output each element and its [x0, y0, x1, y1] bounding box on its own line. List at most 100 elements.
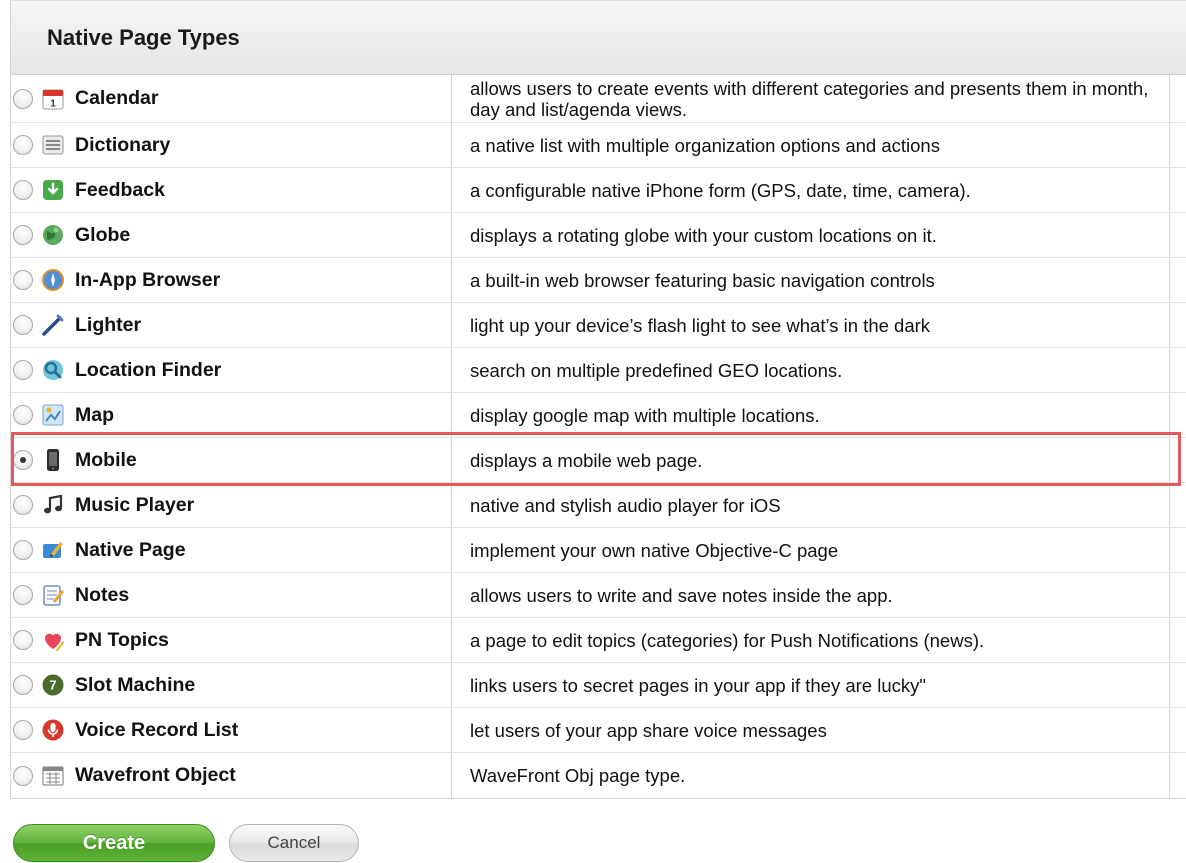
page-type-name: In-App Browser — [75, 268, 221, 291]
page-type-cell: Wavefront Object — [11, 753, 452, 798]
page-type-description: let users of your app share voice messag… — [452, 708, 1170, 752]
lighter-icon — [41, 313, 65, 337]
page-type-description: allows users to write and save notes ins… — [452, 573, 1170, 617]
page-type-radio[interactable] — [13, 495, 33, 515]
page-type-name: Mobile — [75, 448, 137, 471]
page-type-description: displays a rotating globe with your cust… — [452, 213, 1170, 257]
table-row[interactable]: Location Finder search on multiple predef… — [11, 348, 1186, 393]
table-row[interactable]: Mobile displays a mobile web page. — [11, 438, 1186, 483]
table-header: Native Page Types — [11, 0, 1186, 75]
page-type-radio[interactable] — [13, 675, 33, 695]
page-type-radio[interactable] — [13, 88, 33, 109]
table-row[interactable]: In-App Browser a built-in web browser fea… — [11, 258, 1186, 303]
page-type-radio[interactable] — [13, 405, 33, 425]
page-type-description: WaveFront Obj page type. — [452, 753, 1170, 798]
page-type-radio[interactable] — [13, 135, 33, 155]
page-type-description: allows users to create events with diffe… — [452, 75, 1170, 122]
page-type-radio[interactable] — [13, 270, 33, 290]
svg-text:1: 1 — [50, 98, 56, 109]
table-title: Native Page Types — [47, 24, 240, 50]
page-type-name: Music Player — [75, 493, 195, 516]
page-type-radio[interactable] — [13, 180, 33, 200]
table-row[interactable]: Wavefront Object WaveFront Obj page type. — [11, 753, 1186, 798]
table-row[interactable]: Music Player native and stylish audio pla… — [11, 483, 1186, 528]
page-type-name: Notes — [75, 583, 130, 606]
map-icon — [41, 403, 65, 427]
page-type-description: displays a mobile web page. — [452, 438, 1170, 482]
page-type-description: links users to secret pages in your app … — [452, 663, 1170, 707]
table-row[interactable]: Lighter light up your device’s flash ligh… — [11, 303, 1186, 348]
table-row[interactable]: 1 Calendar allows users to create events w… — [11, 75, 1186, 123]
page-type-radio[interactable] — [13, 720, 33, 740]
page-type-radio[interactable] — [13, 360, 33, 380]
table-row[interactable]: PN Topics a page to edit topics (categori… — [11, 618, 1186, 663]
page-type-cell: Dictionary — [11, 123, 452, 167]
create-button[interactable]: Create — [13, 824, 215, 862]
page-type-description: search on multiple predefined GEO locati… — [452, 348, 1170, 392]
page-type-cell: 1 Calendar — [11, 75, 452, 122]
page-type-cell: Lighter — [11, 303, 452, 347]
page-type-radio[interactable] — [13, 450, 33, 470]
page-type-cell: PN Topics — [11, 618, 452, 662]
notes-icon — [41, 583, 65, 607]
globe-icon — [41, 223, 65, 247]
page-type-cell: Voice Record List — [11, 708, 452, 752]
page-type-description: native and stylish audio player for iOS — [452, 483, 1170, 527]
page-type-radio[interactable] — [13, 765, 33, 786]
music-icon — [41, 493, 65, 517]
table-row[interactable]: 7 Slot Machine links users to secret pages… — [11, 663, 1186, 708]
table-row[interactable]: Globe displays a rotating globe with your… — [11, 213, 1186, 258]
page-type-name: Voice Record List — [75, 718, 239, 741]
page-type-description: display google map with multiple locatio… — [452, 393, 1170, 437]
page-type-cell: Native Page — [11, 528, 452, 572]
page-type-name: Map — [75, 403, 114, 426]
page-type-radio[interactable] — [13, 630, 33, 650]
page-type-cell: Feedback — [11, 168, 452, 212]
page-type-name: Dictionary — [75, 133, 171, 156]
page-type-cell: In-App Browser — [11, 258, 452, 302]
page-type-description: implement your own native Objective-C pa… — [452, 528, 1170, 572]
list-icon — [41, 133, 65, 157]
page-types-table: Native Page Types 1 Calendar allows users … — [10, 0, 1186, 799]
cancel-button[interactable]: Cancel — [229, 824, 359, 862]
page-type-cell: Mobile — [11, 438, 452, 482]
page-type-cell: Notes — [11, 573, 452, 617]
browser-icon — [41, 268, 65, 292]
form-actions: Create Cancel — [13, 824, 359, 862]
page-type-description: a built-in web browser featuring basic n… — [452, 258, 1170, 302]
page-type-name: Slot Machine — [75, 673, 196, 696]
table-row[interactable]: Map display google map with multiple loca… — [11, 393, 1186, 438]
native-page-icon — [41, 538, 65, 562]
table-row[interactable]: Feedback a configurable native iPhone for… — [11, 168, 1186, 213]
table-row[interactable]: Native Page implement your own native Obj… — [11, 528, 1186, 573]
pn-topics-icon — [41, 628, 65, 652]
page-type-radio[interactable] — [13, 315, 33, 335]
page-type-name: Calendar — [75, 87, 159, 109]
page-type-description: light up your device’s flash light to se… — [452, 303, 1170, 347]
slot-machine-icon: 7 — [41, 673, 65, 697]
page-type-name: PN Topics — [75, 628, 169, 651]
page-type-radio[interactable] — [13, 225, 33, 245]
page-type-cell: Map — [11, 393, 452, 437]
page-type-radio[interactable] — [13, 585, 33, 605]
table-row[interactable]: Voice Record List let users of your app s… — [11, 708, 1186, 753]
page-type-cell: Music Player — [11, 483, 452, 527]
page-type-name: Native Page — [75, 538, 186, 561]
page-type-name: Wavefront Object — [75, 764, 236, 786]
page-type-description: a page to edit topics (categories) for P… — [452, 618, 1170, 662]
page-type-description: a native list with multiple organization… — [452, 123, 1170, 167]
page-type-description: a configurable native iPhone form (GPS, … — [452, 168, 1170, 212]
location-icon — [41, 358, 65, 382]
page-type-cell: Globe — [11, 213, 452, 257]
page-type-radio[interactable] — [13, 540, 33, 560]
table-body: 1 Calendar allows users to create events w… — [11, 75, 1186, 798]
page-type-cell: 7 Slot Machine — [11, 663, 452, 707]
table-row[interactable]: Dictionary a native list with multiple or… — [11, 123, 1186, 168]
page-type-name: Feedback — [75, 178, 165, 201]
mobile-icon — [41, 448, 65, 472]
calendar-icon: 1 — [41, 87, 65, 111]
page-type-name: Globe — [75, 223, 131, 246]
table-row[interactable]: Notes allows users to write and save note… — [11, 573, 1186, 618]
page-type-cell: Location Finder — [11, 348, 452, 392]
page-type-name: Location Finder — [75, 358, 222, 381]
